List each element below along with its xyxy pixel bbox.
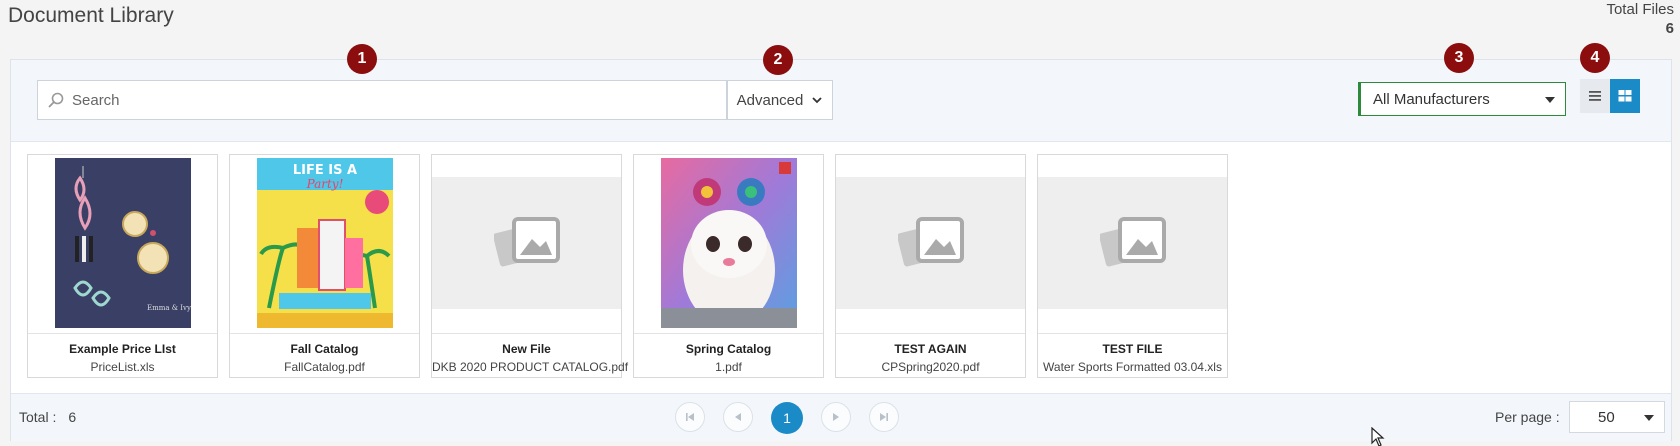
document-title: TEST AGAIN	[894, 342, 967, 356]
per-page-value: 50	[1598, 408, 1615, 426]
document-card[interactable]: Emma & Ivy Example Price LIst PriceList.…	[27, 154, 218, 378]
search-box[interactable]	[37, 80, 727, 120]
earrings-catalog-cover: Emma & Ivy	[54, 158, 191, 328]
document-thumbnail[interactable]	[634, 155, 823, 331]
placeholder-image-icon	[1099, 217, 1166, 267]
toolbar: Advanced All Manufacturers	[11, 60, 1671, 142]
total-count-label: Total :	[19, 409, 57, 425]
cover-text-2: Party!	[305, 177, 343, 191]
party-catalog-cover: LIFE IS A Party!	[256, 158, 393, 328]
placeholder-background	[1038, 177, 1227, 309]
document-filename: DKB 2020 PRODUCT CATALOG.pdf	[432, 360, 629, 374]
marker-1: 1	[347, 44, 377, 74]
chevron-down-icon	[812, 97, 822, 104]
mouse-cursor-icon	[1371, 427, 1385, 446]
document-card[interactable]: TEST FILE Water Sports Formatted 03.04.x…	[1037, 154, 1228, 378]
placeholder-image-icon	[897, 217, 964, 267]
grid-view-button[interactable]	[1610, 79, 1640, 113]
last-page-button[interactable]	[869, 402, 899, 432]
manufacturer-select[interactable]: All Manufacturers	[1358, 82, 1566, 116]
list-icon	[1589, 91, 1601, 101]
document-info: Fall Catalog FallCatalog.pdf	[230, 333, 419, 379]
document-title: New File	[502, 342, 551, 356]
document-card[interactable]: New File DKB 2020 PRODUCT CATALOG.pdf	[431, 154, 629, 379]
advanced-label: Advanced	[736, 91, 804, 109]
page-1-button[interactable]: 1	[771, 402, 803, 434]
document-library-panel: Advanced All Manufacturers	[10, 59, 1672, 441]
per-page-select[interactable]: 50	[1569, 401, 1665, 433]
next-page-icon	[833, 413, 839, 421]
document-thumbnail[interactable]	[1038, 155, 1227, 331]
marker-3: 3	[1444, 43, 1474, 73]
per-page-label: Per page :	[1495, 409, 1560, 425]
page-title: Document Library	[8, 4, 174, 27]
document-card[interactable]: LIFE IS A Party! Fall Catalog FallCatalo…	[229, 154, 420, 378]
document-info: Example Price LIst PriceList.xls	[28, 333, 217, 379]
total-files-label: Total Files	[1606, 1, 1674, 18]
document-thumbnail[interactable]	[432, 155, 621, 331]
document-info: Spring Catalog 1.pdf	[634, 333, 823, 379]
total-count: Total : 6	[19, 409, 76, 425]
grid-icon	[1618, 90, 1632, 102]
current-page-number: 1	[783, 410, 791, 426]
cover-text: LIFE IS A	[292, 163, 356, 178]
advanced-search-button[interactable]: Advanced	[727, 80, 833, 120]
document-title: TEST FILE	[1102, 342, 1163, 356]
document-info: New File DKB 2020 PRODUCT CATALOG.pdf	[432, 333, 629, 379]
prev-page-button[interactable]	[723, 402, 753, 432]
first-page-button[interactable]	[675, 402, 705, 432]
document-thumbnail[interactable]	[836, 155, 1025, 331]
total-files-count: 6	[1665, 20, 1674, 37]
document-thumbnail[interactable]: LIFE IS A Party!	[230, 155, 419, 331]
document-title: Spring Catalog	[685, 342, 772, 356]
marker-4: 4	[1580, 43, 1610, 73]
document-filename: 1.pdf	[715, 360, 742, 374]
document-thumbnail[interactable]: Emma & Ivy	[28, 155, 217, 331]
document-filename: PriceList.xls	[90, 360, 155, 374]
plush-catalog-cover	[660, 158, 797, 328]
caret-down-icon	[1644, 415, 1654, 421]
document-title: Example Price LIst	[69, 342, 176, 356]
search-input[interactable]	[72, 81, 726, 119]
document-filename: Water Sports Formatted 03.04.xls	[1043, 360, 1222, 374]
search-icon	[48, 92, 64, 108]
next-page-button[interactable]	[821, 402, 851, 432]
document-info: TEST AGAIN CPSpring2020.pdf	[836, 333, 1025, 379]
document-filename: CPSpring2020.pdf	[881, 360, 980, 374]
total-count-value: 6	[68, 409, 77, 425]
caret-down-icon	[1545, 97, 1555, 103]
last-page-icon	[880, 413, 888, 421]
manufacturer-selected-value: All Manufacturers	[1373, 90, 1490, 108]
document-info: TEST FILE Water Sports Formatted 03.04.x…	[1038, 333, 1227, 379]
marker-2: 2	[763, 45, 793, 75]
pagination-footer: Total : 6 1 Per page : 50	[11, 393, 1671, 441]
document-title: Fall Catalog	[290, 342, 359, 356]
document-filename: FallCatalog.pdf	[284, 360, 365, 374]
svg-text:Emma & Ivy: Emma & Ivy	[147, 304, 191, 312]
list-view-button[interactable]	[1580, 79, 1610, 113]
document-card[interactable]: TEST AGAIN CPSpring2020.pdf	[835, 154, 1026, 378]
document-card[interactable]: Spring Catalog 1.pdf	[633, 154, 824, 378]
first-page-icon	[686, 413, 694, 421]
total-files: Total Files 6	[1606, 0, 1674, 38]
placeholder-image-icon	[493, 217, 560, 267]
prev-page-icon	[735, 413, 741, 421]
placeholder-background	[432, 177, 621, 309]
placeholder-background	[836, 177, 1025, 309]
